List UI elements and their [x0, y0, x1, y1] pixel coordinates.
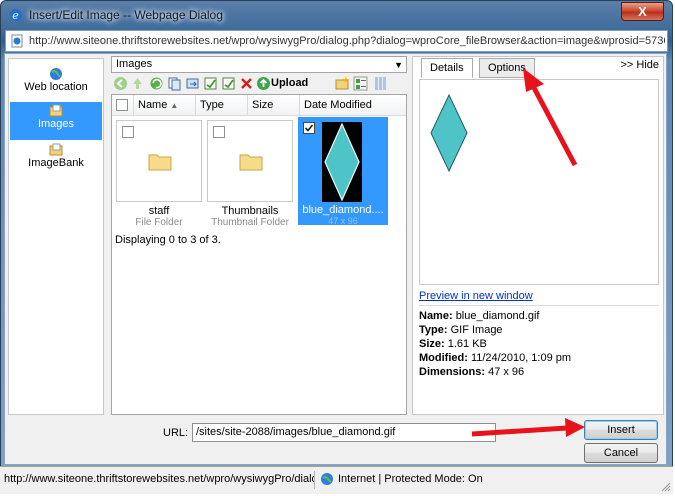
- folder-icon: [148, 154, 172, 171]
- close-button[interactable]: X: [621, 2, 664, 21]
- up-folder-icon[interactable]: [130, 76, 145, 91]
- status-url: http://www.siteone.thriftstorewebsites.n…: [4, 473, 314, 485]
- info-label: Type:: [419, 324, 448, 336]
- chevron-down-icon: ▼: [394, 60, 403, 70]
- nav-item-imagebank[interactable]: ImageBank: [10, 141, 102, 179]
- image-preview: [419, 79, 659, 285]
- select-all-column: [112, 95, 134, 116]
- back-icon[interactable]: [113, 76, 128, 91]
- file-toolbar: Upload: [111, 75, 407, 93]
- info-size: Size: 1.61 KB: [419, 338, 487, 350]
- address-url: http://www.siteone.thriftstorewebsites.n…: [29, 35, 665, 47]
- tab-options[interactable]: Options: [479, 58, 535, 78]
- image-thumbnail: [322, 122, 362, 202]
- status-divider: [314, 471, 315, 489]
- select-all-checkbox[interactable]: [116, 99, 128, 111]
- nav-item-web-location[interactable]: Web location: [10, 65, 102, 103]
- info-value: 47 x 96: [488, 366, 525, 378]
- copy-icon[interactable]: [167, 76, 182, 91]
- blue-diamond-preview: [430, 94, 468, 172]
- tab-details[interactable]: Details: [421, 58, 473, 78]
- file-name: staff: [148, 205, 170, 217]
- info-name: Name: blue_diamond.gif: [419, 310, 539, 322]
- status-zone: Internet | Protected Mode: On: [338, 473, 483, 485]
- checkmark-icon: [304, 124, 314, 132]
- hide-panel-link[interactable]: >> Hide: [620, 59, 659, 71]
- file-name: Thumbnails: [221, 205, 279, 217]
- info-dimensions: Dimensions: 47 x 96: [419, 366, 524, 378]
- info-value: 11/24/2010, 1:09 pm: [470, 352, 572, 364]
- page-icon: [11, 34, 23, 48]
- ie-logo-icon: e: [10, 9, 22, 22]
- status-bar: http://www.siteone.thriftstorewebsites.n…: [0, 466, 673, 494]
- cancel-button[interactable]: Cancel: [584, 443, 658, 463]
- column-header-name[interactable]: Name ▲: [134, 95, 196, 116]
- edit-icon[interactable]: [221, 76, 236, 91]
- imagebank-icon: [49, 143, 63, 156]
- upload-icon[interactable]: [256, 76, 271, 91]
- delete-icon[interactable]: [239, 76, 254, 91]
- globe-icon: [50, 68, 62, 80]
- column-header-size[interactable]: Size: [248, 95, 300, 116]
- blue-diamond-thumbnail: [324, 122, 360, 202]
- url-input[interactable]: /sites/site-2088/images/blue_diamond.gif: [192, 423, 496, 442]
- details-panel: Details Options >> Hide Preview in new w…: [412, 56, 664, 415]
- column-header-type[interactable]: Type: [196, 95, 248, 116]
- folder-icon: [239, 154, 263, 171]
- file-dimensions: 47 x 96: [328, 216, 358, 226]
- column-label: Type: [200, 99, 224, 111]
- source-nav: Web location Images ImageBank: [8, 58, 104, 415]
- details-view-icon[interactable]: [353, 76, 368, 91]
- address-bar: http://www.siteone.thriftstorewebsites.n…: [5, 30, 668, 52]
- file-list: Name ▲ Type Size Date Modified staff Fil…: [111, 94, 407, 415]
- insert-button[interactable]: Insert: [584, 420, 658, 440]
- nav-label: Images: [37, 118, 75, 130]
- info-value: 1.61 KB: [447, 338, 487, 350]
- file-checkbox-checked[interactable]: [303, 122, 315, 134]
- info-value: GIF Image: [450, 324, 503, 336]
- sort-ascending-icon: ▲: [170, 101, 179, 110]
- move-icon[interactable]: [185, 76, 200, 91]
- column-label: Name: [138, 99, 168, 111]
- new-folder-icon[interactable]: [335, 76, 350, 91]
- internet-zone-icon: [321, 473, 333, 485]
- column-header-date-modified[interactable]: Date Modified: [300, 95, 406, 116]
- file-tile-staff[interactable]: [116, 120, 202, 202]
- title-bar: e Insert/Edit Image -- Webpage Dialog X: [1, 1, 672, 29]
- nav-item-images[interactable]: Images: [10, 102, 102, 140]
- upload-button[interactable]: Upload: [271, 77, 308, 89]
- file-type: Thumbnail Folder: [211, 217, 289, 228]
- folder-select[interactable]: Images ▼: [111, 56, 407, 73]
- file-name: blue_diamond....: [302, 204, 384, 216]
- url-label: URL:: [163, 427, 189, 439]
- info-label: Modified:: [419, 352, 468, 364]
- file-checkbox[interactable]: [213, 126, 225, 138]
- list-status: Displaying 0 to 3 of 3.: [115, 234, 221, 246]
- nav-label: ImageBank: [28, 157, 84, 169]
- images-folder-icon: [49, 104, 63, 117]
- dialog-content: Web location Images ImageBank Images ▼ U…: [4, 53, 667, 465]
- window-title: Insert/Edit Image -- Webpage Dialog: [29, 8, 223, 22]
- refresh-icon[interactable]: [149, 76, 164, 91]
- file-tile-blue-diamond[interactable]: blue_diamond.... 47 x 96: [298, 117, 388, 226]
- svg-text:e: e: [12, 9, 19, 22]
- info-value: blue_diamond.gif: [455, 310, 540, 322]
- file-type: File Folder: [135, 217, 183, 228]
- column-label: Size: [252, 99, 274, 111]
- info-type: Type: GIF Image: [419, 324, 503, 336]
- info-modified: Modified: 11/24/2010, 1:09 pm: [419, 352, 571, 364]
- file-tile-thumbnails[interactable]: [207, 120, 293, 202]
- file-checkbox[interactable]: [122, 126, 134, 138]
- preview-new-window-link[interactable]: Preview in new window: [419, 290, 533, 302]
- column-label: Date Modified: [304, 99, 372, 111]
- nav-label: Web location: [24, 81, 88, 93]
- info-label: Name:: [419, 310, 453, 322]
- folder-select-value: Images: [116, 58, 153, 70]
- rename-icon[interactable]: [203, 76, 218, 91]
- info-label: Size:: [419, 338, 445, 350]
- divider: [419, 305, 659, 306]
- info-label: Dimensions:: [419, 366, 486, 378]
- thumbnail-view-icon[interactable]: [373, 76, 388, 91]
- resize-grip-icon[interactable]: [661, 482, 671, 492]
